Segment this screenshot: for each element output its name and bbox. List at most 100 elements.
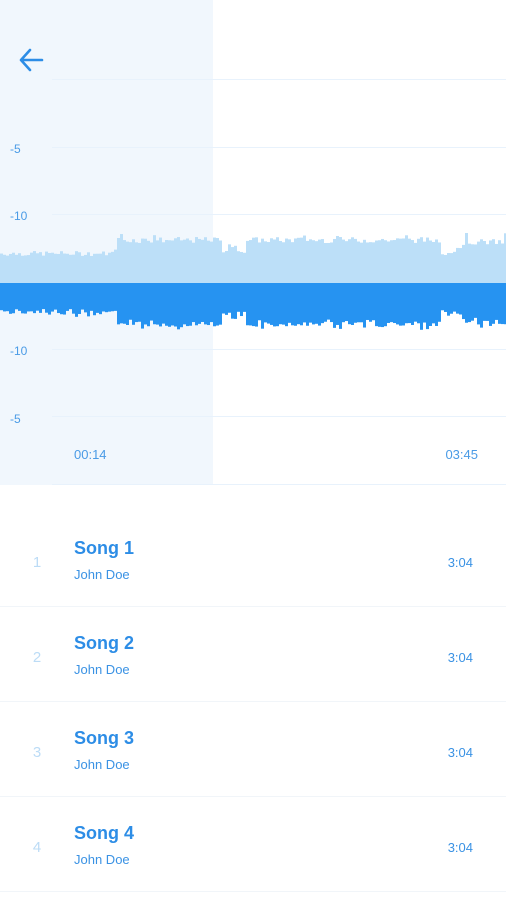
- waveform-bar-lower: [39, 291, 42, 313]
- waveform-bar-lower: [486, 291, 489, 321]
- waveform[interactable]: [0, 0, 506, 485]
- waveform-bar-lower: [162, 291, 165, 324]
- waveform-bar-lower: [324, 291, 327, 322]
- waveform-bar-upper: [249, 240, 252, 283]
- waveform-bar-upper: [75, 251, 78, 283]
- track-row[interactable]: 4 Song 4 John Doe 3:04: [0, 797, 506, 892]
- waveform-bar-lower: [234, 291, 237, 319]
- waveform-bar-lower: [495, 291, 498, 320]
- waveform-bar-lower: [342, 291, 345, 323]
- waveform-bar-upper: [360, 242, 363, 283]
- waveform-bar-lower: [327, 291, 330, 320]
- waveform-bar-upper: [144, 238, 147, 283]
- waveform-bar-lower: [381, 291, 384, 328]
- playlist: 1 Song 1 John Doe 3:04 2 Song 2 John Doe…: [0, 512, 506, 892]
- waveform-bar-upper: [216, 238, 219, 283]
- waveform-bar-lower: [375, 291, 378, 327]
- waveform-bar-upper: [102, 251, 105, 283]
- waveform-bar-upper: [162, 242, 165, 283]
- track-duration: 3:04: [447, 555, 473, 570]
- waveform-bar-lower: [6, 291, 9, 312]
- waveform-bar-lower: [306, 291, 309, 326]
- waveform-bar-upper: [279, 240, 282, 283]
- waveform-bar-lower: [210, 291, 213, 323]
- waveform-bar-upper: [3, 254, 6, 283]
- waveform-bar-lower: [207, 291, 210, 326]
- waveform-bar-lower: [414, 291, 417, 322]
- waveform-bar-upper: [327, 242, 330, 283]
- waveform-bar-lower: [30, 291, 33, 312]
- waveform-bar-upper: [495, 243, 498, 283]
- waveform-bar-lower: [201, 291, 204, 322]
- waveform-bar-upper: [321, 239, 324, 283]
- waveform-bar-lower: [261, 291, 264, 329]
- waveform-bar-lower: [93, 291, 96, 316]
- track-row[interactable]: 1 Song 1 John Doe 3:04: [0, 512, 506, 607]
- waveform-bar-lower: [321, 291, 324, 324]
- waveform-bar-lower: [348, 291, 351, 325]
- waveform-bar-upper: [471, 244, 474, 283]
- waveform-bar-lower: [0, 291, 3, 311]
- waveform-bar-upper: [15, 254, 18, 283]
- waveform-bar-upper: [60, 251, 63, 283]
- waveform-bar-lower: [45, 291, 48, 313]
- waveform-bar-upper: [165, 240, 168, 283]
- waveform-bar-upper: [27, 255, 30, 283]
- waveform-bar-lower: [501, 291, 504, 325]
- waveform-bar-upper: [195, 237, 198, 283]
- waveform-bar-lower: [294, 291, 297, 326]
- waveform-bar-upper: [291, 242, 294, 283]
- waveform-bar-lower: [438, 291, 441, 322]
- waveform-bar-upper: [87, 252, 90, 283]
- waveform-bar-lower: [15, 291, 18, 310]
- track-row[interactable]: 3 Song 3 John Doe 3:04: [0, 702, 506, 797]
- track-row[interactable]: 2 Song 2 John Doe 3:04: [0, 607, 506, 702]
- waveform-bar-lower: [189, 291, 192, 326]
- waveform-bar-lower: [174, 291, 177, 327]
- waveform-bar-lower: [471, 291, 474, 321]
- waveform-bar-lower: [450, 291, 453, 314]
- waveform-bar-upper: [330, 242, 333, 283]
- waveform-bar-lower: [186, 291, 189, 327]
- waveform-bar-lower: [54, 291, 57, 310]
- waveform-bar-lower: [291, 291, 294, 326]
- waveform-bar-lower: [492, 291, 495, 324]
- elapsed-time: 00:14: [74, 447, 107, 462]
- waveform-bar-lower: [267, 291, 270, 324]
- waveform-bar-lower: [33, 291, 36, 314]
- waveform-bar-lower: [63, 291, 66, 315]
- waveform-bar-lower: [465, 291, 468, 323]
- waveform-bar-lower: [435, 291, 438, 326]
- waveform-bar-lower: [480, 291, 483, 328]
- back-button[interactable]: [14, 44, 48, 76]
- waveform-bar-lower: [180, 291, 183, 328]
- waveform-bar-upper: [417, 238, 420, 283]
- waveform-bar-upper: [174, 238, 177, 283]
- waveform-bar-lower: [219, 291, 222, 325]
- waveform-bar-lower: [351, 291, 354, 325]
- waveform-bar-upper: [12, 252, 15, 283]
- waveform-bar-upper: [468, 243, 471, 283]
- waveform-bar-lower: [69, 291, 72, 310]
- waveform-bar-upper: [396, 238, 399, 283]
- waveform-bar-upper: [105, 255, 108, 283]
- waveform-bar-upper: [312, 240, 315, 283]
- waveform-bar-lower: [183, 291, 186, 325]
- waveform-bar-lower: [432, 291, 435, 324]
- waveform-bar-upper: [294, 238, 297, 283]
- waveform-bar-lower: [372, 291, 375, 321]
- waveform-bar-lower: [459, 291, 462, 315]
- waveform-bar-upper: [378, 240, 381, 283]
- waveform-bar-lower: [279, 291, 282, 325]
- waveform-bar-lower: [135, 291, 138, 323]
- waveform-bar-upper: [309, 239, 312, 283]
- waveform-bar-lower: [273, 291, 276, 327]
- waveform-bar-upper: [186, 238, 189, 283]
- waveform-bar-upper: [354, 238, 357, 283]
- waveform-bar-upper: [333, 238, 336, 283]
- waveform-bar-upper: [219, 240, 222, 283]
- waveform-bar-lower: [78, 291, 81, 314]
- waveform-bar-upper: [261, 238, 264, 283]
- waveform-bar-lower: [423, 291, 426, 323]
- waveform-bar-upper: [36, 253, 39, 283]
